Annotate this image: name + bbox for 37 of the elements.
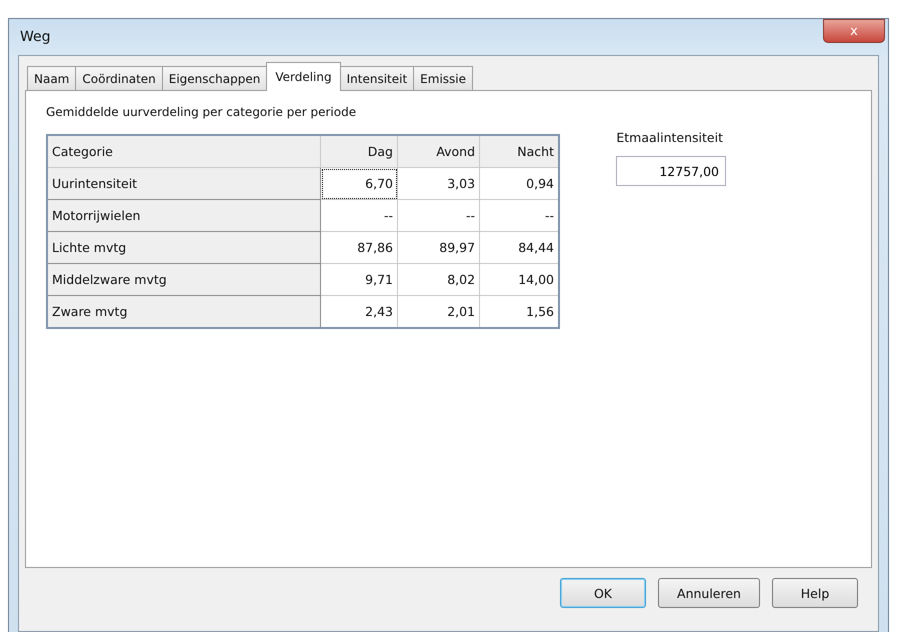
row-header: Middelzware mvtg	[47, 264, 320, 296]
column-header: Dag	[320, 135, 398, 168]
table-cell[interactable]: --	[320, 200, 398, 232]
table-cell[interactable]: 1,56	[480, 296, 559, 328]
table-cell[interactable]: 6,70	[320, 168, 398, 200]
tab[interactable]: Naam	[27, 66, 76, 90]
column-header: Categorie	[47, 135, 320, 168]
table-cell[interactable]: 84,44	[480, 232, 559, 264]
tab[interactable]: Verdeling	[266, 62, 341, 91]
table-cell[interactable]: --	[398, 200, 480, 232]
table-cell[interactable]: 87,86	[320, 232, 398, 264]
table-cell[interactable]: --	[480, 200, 559, 232]
tab[interactable]: Intensiteit	[340, 66, 414, 90]
row-header: Zware mvtg	[47, 296, 320, 328]
table-cell[interactable]: 0,94	[480, 168, 559, 200]
field-label: Etmaalintensiteit	[616, 130, 723, 145]
table-cell[interactable]: 14,00	[480, 264, 559, 296]
column-header: Nacht	[480, 135, 559, 168]
row-header: Uurintensiteit	[47, 168, 320, 200]
window-title: Weg	[20, 29, 51, 45]
table-cell[interactable]: 89,97	[398, 232, 480, 264]
row-header: Motorrijwielen	[47, 200, 320, 232]
table-cell[interactable]: 9,71	[320, 264, 398, 296]
tab[interactable]: Emissie	[413, 66, 473, 90]
column-header: Avond	[398, 135, 480, 168]
tab[interactable]: Eigenschappen	[162, 66, 268, 90]
row-header: Lichte mvtg	[47, 232, 320, 264]
table-cell[interactable]: 2,43	[320, 296, 398, 328]
dialog-button[interactable]: Annuleren	[658, 578, 760, 608]
dialog-button[interactable]: Help	[772, 578, 858, 608]
dialog-button[interactable]: OK	[560, 578, 646, 608]
tab[interactable]: Coördinaten	[75, 66, 163, 90]
input-field[interactable]: 12757,00	[616, 156, 726, 186]
table-cell[interactable]: 2,01	[398, 296, 480, 328]
table-cell[interactable]: 3,03	[398, 168, 480, 200]
section-title: Gemiddelde uurverdeling per categorie per periode	[46, 105, 358, 119]
table-cell[interactable]: 8,02	[398, 264, 480, 296]
